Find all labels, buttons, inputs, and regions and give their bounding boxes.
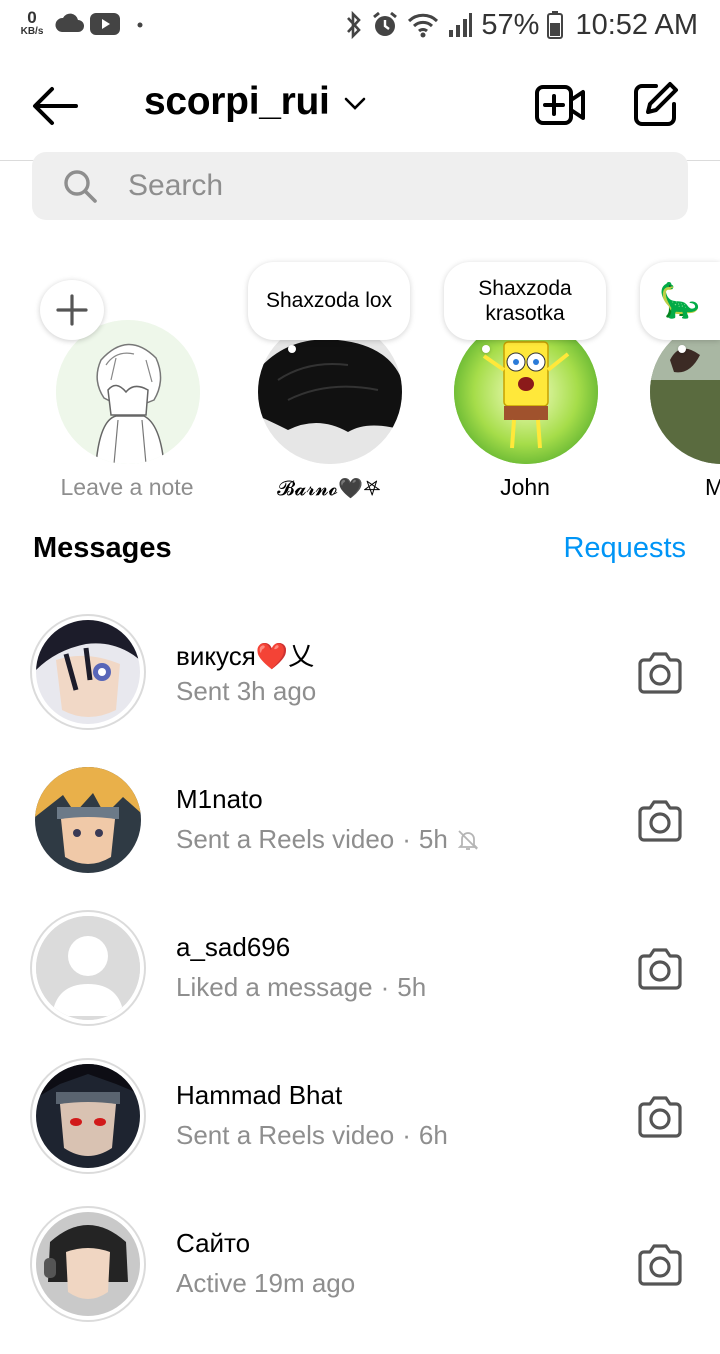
camera-icon[interactable] <box>636 650 684 694</box>
avatar <box>36 916 140 1020</box>
wifi-icon <box>408 13 439 38</box>
search-bar[interactable] <box>32 152 688 220</box>
thread-name: a_sad696 <box>176 932 291 962</box>
avatar-cartoon-image <box>454 320 598 464</box>
add-note-button[interactable] <box>40 280 104 340</box>
thread-time: 6h <box>418 1120 448 1150</box>
thread-row[interactable]: M1nato Sent a Reels video · 5h <box>0 762 720 910</box>
note-label: 𝓑𝓪𝓻𝓷𝓸🖤𖤐 <box>277 476 381 500</box>
chevron-down-icon <box>344 97 365 110</box>
thread-status: Sent a Reels video <box>176 1120 395 1150</box>
thread-subtitle: Sent 3h ago <box>176 676 316 707</box>
thread-time: 5h <box>397 972 427 1002</box>
thread-status: Sent 3h ago <box>176 676 317 706</box>
thread-row[interactable]: викуся❤️乂 Sent 3h ago <box>0 614 720 762</box>
separator-dot: · <box>402 824 411 854</box>
camera-icon[interactable] <box>636 1242 684 1286</box>
alarm-icon <box>373 11 398 36</box>
default-avatar-icon <box>36 916 140 1020</box>
compose-icon[interactable] <box>632 80 680 128</box>
messages-heading: Messages <box>33 532 172 564</box>
camera-icon[interactable] <box>636 798 684 842</box>
avatar <box>36 1212 140 1316</box>
thread-subtitle: Active 19m ago <box>176 1268 355 1299</box>
status-bar: 0 KB/s 57% 10:52 AM <box>0 0 720 50</box>
plus-icon <box>56 294 88 326</box>
clock: 10:52 AM <box>575 8 698 41</box>
camera-icon[interactable] <box>636 1094 684 1138</box>
avatar <box>258 320 402 464</box>
note-label: Me <box>705 474 720 500</box>
account-switcher[interactable]: scorpi_rui <box>144 80 366 124</box>
requests-link[interactable]: Requests <box>563 532 686 565</box>
thread-row[interactable]: Hammad Bhat Sent a Reels video · 6h <box>0 1058 720 1206</box>
thread-name: Hammad Bhat <box>176 1080 343 1110</box>
separator-dot: · <box>402 1120 411 1150</box>
top-app-bar: scorpi_rui <box>0 56 720 161</box>
thread-status: Liked a message <box>176 972 373 1002</box>
note-bubble-tail <box>288 345 296 353</box>
note-bubble-tail <box>678 345 686 353</box>
cloud-icon <box>55 13 84 32</box>
search-icon <box>64 170 97 203</box>
camera-icon[interactable] <box>636 946 684 990</box>
video-call-icon[interactable] <box>534 82 586 128</box>
thread-name: M1nato <box>176 784 263 814</box>
thread-name: Сайто <box>176 1228 251 1258</box>
thread-status: Sent a Reels video <box>176 824 395 854</box>
separator-dot: · <box>380 972 390 1002</box>
battery-percent: 57% <box>481 8 540 41</box>
username-title: scorpi_rui <box>144 80 330 123</box>
thread-subtitle: Sent a Reels video · 5h <box>176 824 480 855</box>
thread-row[interactable]: Сайто Active 19m ago <box>0 1206 720 1354</box>
back-arrow-icon[interactable] <box>30 84 80 128</box>
thread-status: Active 19m ago <box>176 1268 356 1298</box>
note-label: Leave a note <box>60 474 194 500</box>
note-bubble: Shaxzoda krasotka <box>444 262 606 340</box>
thread-subtitle: Liked a message · 5h <box>176 972 426 1003</box>
status-bar-right: 57% 10:52 AM <box>345 8 698 42</box>
avatar <box>650 320 720 464</box>
avatar-anime-image <box>36 620 140 724</box>
note-bubble-tail <box>482 345 490 353</box>
note-bubble: 🦕 <box>640 262 720 340</box>
muted-bell-icon <box>457 829 479 850</box>
avatar-anime-image <box>36 1212 140 1316</box>
youtube-icon <box>90 13 120 35</box>
thread-name: викуся❤️乂 <box>176 641 315 671</box>
search-input[interactable] <box>128 152 648 220</box>
avatar <box>35 767 141 873</box>
avatar-photo-image <box>650 320 720 464</box>
thread-time: 5h <box>418 824 448 854</box>
notes-row: Leave a note 𝓑𝓪𝓻𝓷𝓸🖤𖤐 Shaxzoda lox John S… <box>0 250 720 510</box>
avatar-sketch-image <box>56 320 200 464</box>
network-speed-unit: KB/s <box>20 26 44 37</box>
avatar <box>36 620 140 724</box>
note-bubble: Shaxzoda lox <box>248 262 410 340</box>
network-speed-value: 0 <box>27 8 37 27</box>
thread-row[interactable]: a_sad696 Liked a message · 5h <box>0 910 720 1058</box>
avatar <box>454 320 598 464</box>
avatar <box>36 1064 140 1168</box>
avatar-anime-image <box>36 1064 140 1168</box>
signal-icon <box>449 13 473 37</box>
network-speed: 0 KB/s <box>18 9 46 37</box>
battery-icon <box>547 11 564 39</box>
thread-subtitle: Sent a Reels video · 6h <box>176 1120 448 1151</box>
avatar-hair-image <box>258 320 402 464</box>
bluetooth-icon <box>347 11 362 39</box>
avatar <box>56 320 200 464</box>
notification-dot-icon <box>137 22 143 28</box>
note-label: John <box>500 474 550 500</box>
avatar-anime-image <box>35 767 141 873</box>
